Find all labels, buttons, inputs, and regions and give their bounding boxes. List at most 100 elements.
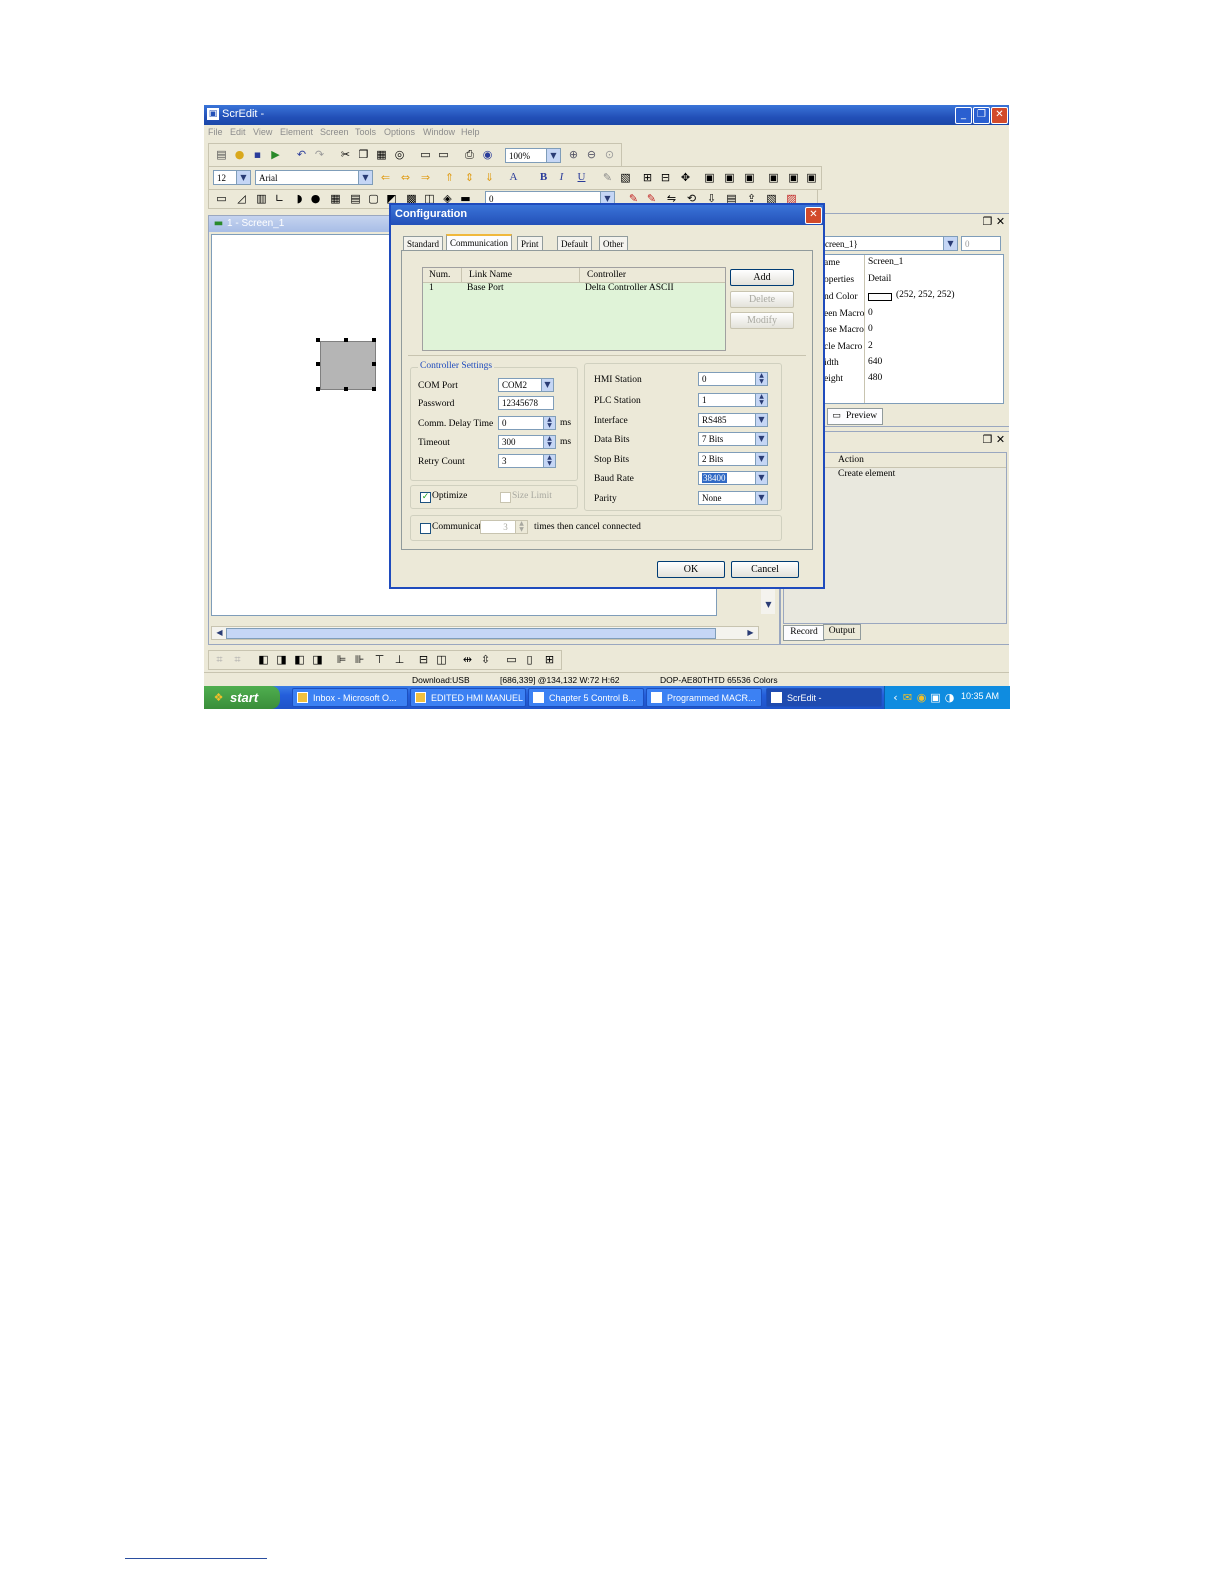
record-tab[interactable]: Record bbox=[783, 625, 825, 641]
close-icon[interactable]: ✕ bbox=[994, 433, 1007, 446]
resize-handle[interactable] bbox=[372, 338, 376, 342]
align-left-icon[interactable]: ⇐ bbox=[379, 171, 392, 184]
dialog-titlebar[interactable]: Configuration ✕ bbox=[391, 205, 823, 225]
button-element-icon[interactable]: ▭ bbox=[215, 192, 228, 205]
delete-button[interactable]: Delete bbox=[730, 291, 794, 308]
align-center-icon[interactable]: ⇔ bbox=[399, 171, 412, 184]
spin-icon[interactable]: ▲ ▼ bbox=[515, 521, 527, 533]
font-color-icon[interactable]: A bbox=[507, 171, 520, 184]
unlock-icon[interactable]: ▣ bbox=[805, 171, 818, 184]
cancel-button[interactable]: Cancel bbox=[731, 561, 799, 578]
record-header-action[interactable]: Action bbox=[838, 455, 864, 465]
screen-icon[interactable]: ▭ bbox=[419, 148, 432, 161]
layer-up-icon[interactable]: ◧ bbox=[257, 653, 270, 666]
screen-spin[interactable]: 0 bbox=[961, 236, 1001, 251]
fill-icon[interactable]: ▧ bbox=[619, 171, 632, 184]
font-size-select[interactable]: 12 ▼ bbox=[213, 170, 251, 185]
zoom-fit-icon[interactable]: ⊙ bbox=[603, 148, 616, 161]
spin-icon[interactable]: ▲ ▼ bbox=[755, 394, 767, 406]
close-icon[interactable]: ✕ bbox=[994, 215, 1007, 228]
communication-count-input[interactable]: 3 ▲ ▼ bbox=[480, 520, 528, 534]
tab-standard[interactable]: Standard bbox=[403, 236, 443, 251]
warning-icon[interactable]: ◉ bbox=[915, 691, 928, 704]
spin-icon[interactable]: ▲ ▼ bbox=[755, 373, 767, 385]
front-icon[interactable]: ▣ bbox=[703, 171, 716, 184]
new-icon[interactable]: ▤ bbox=[215, 148, 228, 161]
copy-icon[interactable]: ❐ bbox=[357, 148, 370, 161]
pie-element-icon[interactable]: ◗ bbox=[293, 192, 306, 205]
baud-rate-select[interactable]: 38400 ▼ bbox=[698, 471, 768, 485]
distribute-top-icon[interactable]: ⊤ bbox=[373, 653, 386, 666]
retry-input[interactable]: 3 ▲ ▼ bbox=[498, 454, 556, 468]
preview-tab[interactable]: ▭ Preview bbox=[827, 408, 883, 425]
ungroup-icon[interactable]: ⊟ bbox=[659, 171, 672, 184]
layer-bottom-icon[interactable]: ◨ bbox=[311, 653, 324, 666]
menu-help[interactable]: Help bbox=[461, 127, 480, 137]
selected-element[interactable] bbox=[320, 341, 376, 390]
open-icon[interactable]: ● bbox=[233, 148, 246, 161]
parity-select[interactable]: None ▼ bbox=[698, 491, 768, 505]
screen-edit-icon[interactable]: ▭ bbox=[437, 148, 450, 161]
taskbar-item-macro[interactable]: Programmed MACR... bbox=[646, 688, 762, 707]
center-h-icon[interactable]: ▭ bbox=[505, 653, 518, 666]
resize-handle[interactable] bbox=[316, 387, 320, 391]
property-value[interactable]: 0 bbox=[868, 324, 873, 334]
print-icon[interactable]: ⎙ bbox=[463, 148, 476, 161]
plc-station-input[interactable]: 1 ▲ ▼ bbox=[698, 393, 768, 407]
dialog-close-button[interactable]: ✕ bbox=[805, 207, 822, 224]
meter-element-icon[interactable]: ◿ bbox=[235, 192, 248, 205]
save-icon[interactable]: ▪ bbox=[251, 148, 264, 161]
resize-handle[interactable] bbox=[344, 387, 348, 391]
align-right-icon[interactable]: ⇒ bbox=[419, 171, 432, 184]
color-swatch[interactable] bbox=[868, 293, 892, 301]
align-grid-icon[interactable]: ⌗ bbox=[213, 653, 226, 666]
same-height-icon[interactable]: ◫ bbox=[435, 653, 448, 666]
data-bits-select[interactable]: 7 Bits ▼ bbox=[698, 432, 768, 446]
header-link-name[interactable]: Link Name bbox=[469, 270, 512, 280]
resize-handle[interactable] bbox=[372, 387, 376, 391]
start-button[interactable]: ❖ start bbox=[204, 686, 280, 709]
network-icon[interactable]: ▣ bbox=[929, 691, 942, 704]
menu-file[interactable]: File bbox=[208, 127, 223, 137]
property-value[interactable]: 640 bbox=[868, 357, 882, 367]
timeout-input[interactable]: 300 ▲ ▼ bbox=[498, 435, 556, 449]
volume-icon[interactable]: ◑ bbox=[943, 691, 956, 704]
menu-window[interactable]: Window bbox=[423, 127, 455, 137]
scroll-down-icon[interactable]: ▼ bbox=[762, 598, 775, 611]
scroll-right-icon[interactable]: ▶ bbox=[744, 626, 757, 639]
zoom-out-icon[interactable]: ⊖ bbox=[585, 148, 598, 161]
spin-icon[interactable]: ▲ ▼ bbox=[543, 455, 555, 467]
taskbar-item-scredit[interactable]: ScrEdit - bbox=[766, 688, 882, 707]
distribute-left-icon[interactable]: ⊫ bbox=[335, 653, 348, 666]
tab-default[interactable]: Default bbox=[557, 236, 592, 251]
align-bottom-icon[interactable]: ⇓ bbox=[483, 171, 496, 184]
restore-button[interactable]: ❐ bbox=[973, 107, 990, 124]
menu-view[interactable]: View bbox=[253, 127, 272, 137]
property-value[interactable]: (252, 252, 252) bbox=[896, 290, 955, 300]
undo-icon[interactable]: ↶ bbox=[295, 148, 308, 161]
scroll-left-icon[interactable]: ◀ bbox=[213, 626, 226, 639]
mail-icon[interactable]: ✉ bbox=[901, 691, 914, 704]
pen-icon[interactable]: ✎ bbox=[601, 171, 614, 184]
resize-handle[interactable] bbox=[344, 338, 348, 342]
space-v-icon[interactable]: ⇳ bbox=[479, 653, 492, 666]
backward-icon[interactable]: ▣ bbox=[767, 171, 780, 184]
frame-element-icon[interactable]: ▢ bbox=[367, 192, 380, 205]
property-value[interactable]: 480 bbox=[868, 373, 882, 383]
bar-element-icon[interactable]: ▥ bbox=[255, 192, 268, 205]
menu-screen[interactable]: Screen bbox=[320, 127, 349, 137]
menu-tools[interactable]: Tools bbox=[355, 127, 376, 137]
window-element-icon[interactable]: ▤ bbox=[349, 192, 362, 205]
resize-handle[interactable] bbox=[372, 362, 376, 366]
redo-icon[interactable]: ↷ bbox=[313, 148, 326, 161]
font-name-select[interactable]: Arial ▼ bbox=[255, 170, 373, 185]
space-h-icon[interactable]: ⇹ bbox=[461, 653, 474, 666]
center-both-icon[interactable]: ⊞ bbox=[543, 653, 556, 666]
property-value[interactable]: Detail bbox=[868, 274, 891, 284]
back-icon[interactable]: ▣ bbox=[723, 171, 736, 184]
paste-icon[interactable]: ▦ bbox=[375, 148, 388, 161]
same-width-icon[interactable]: ⊟ bbox=[417, 653, 430, 666]
optimize-checkbox[interactable]: ✓ bbox=[420, 492, 431, 503]
restore-icon[interactable]: ❐ bbox=[981, 215, 994, 228]
find-icon[interactable]: ◎ bbox=[393, 148, 406, 161]
